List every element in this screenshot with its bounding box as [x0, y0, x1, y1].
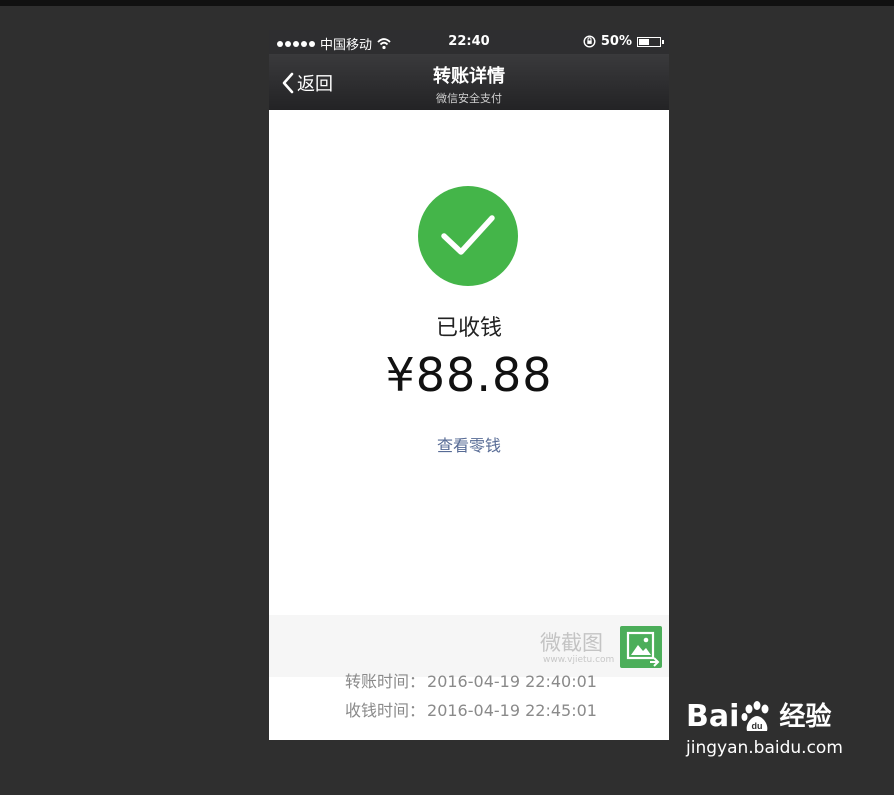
page-title: 转账详情: [433, 66, 505, 87]
svg-text:du: du: [752, 721, 763, 731]
baidu-paw-icon: du: [741, 701, 769, 731]
battery-icon: [637, 36, 664, 47]
baidu-url: jingyan.baidu.com: [686, 738, 843, 758]
orientation-lock-icon: [583, 35, 596, 48]
receive-time-label: 收钱时间：: [345, 701, 426, 720]
transfer-time-row: 转账时间： 2016-04-19 22:40:01: [345, 668, 597, 692]
status-right: 50%: [583, 34, 664, 49]
battery-percent: 50%: [600, 34, 632, 49]
receive-time-row: 收钱时间： 2016-04-19 22:45:01: [345, 697, 597, 721]
view-change-link[interactable]: 查看零钱: [269, 432, 669, 456]
transfer-time-value: 2016-04-19 22:40:01: [427, 672, 597, 691]
page-subtitle: 微信安全支付: [436, 92, 502, 105]
watermark-url: www.vjietu.com: [543, 655, 615, 665]
receive-time-value: 2016-04-19 22:45:01: [427, 701, 597, 720]
baidu-jingyan-watermark: Bai du 经验 jingyan.baidu.com: [686, 700, 843, 759]
receive-status: 已收钱: [435, 316, 502, 341]
success-check-icon: [418, 186, 518, 286]
phone-screen: 中国移动 22:40 50% 返回 转账详情 微信安全支付 已收钱 ¥88.88…: [269, 30, 669, 740]
transfer-time-label: 转账时间：: [345, 672, 426, 691]
watermark-text: 微截图: [540, 631, 603, 655]
watermark-logo-icon: [620, 626, 662, 668]
baidu-brand-left: Bai: [686, 699, 740, 734]
battery-fill: [639, 38, 649, 45]
top-border: [0, 0, 894, 6]
status-bar: 中国移动 22:40 50%: [269, 30, 669, 54]
baidu-brand-right: 经验: [779, 702, 832, 732]
baidu-brand: Bai du 经验: [686, 700, 843, 734]
amount: ¥88.88: [385, 348, 553, 402]
nav-bar: 返回 转账详情 微信安全支付: [269, 54, 669, 110]
